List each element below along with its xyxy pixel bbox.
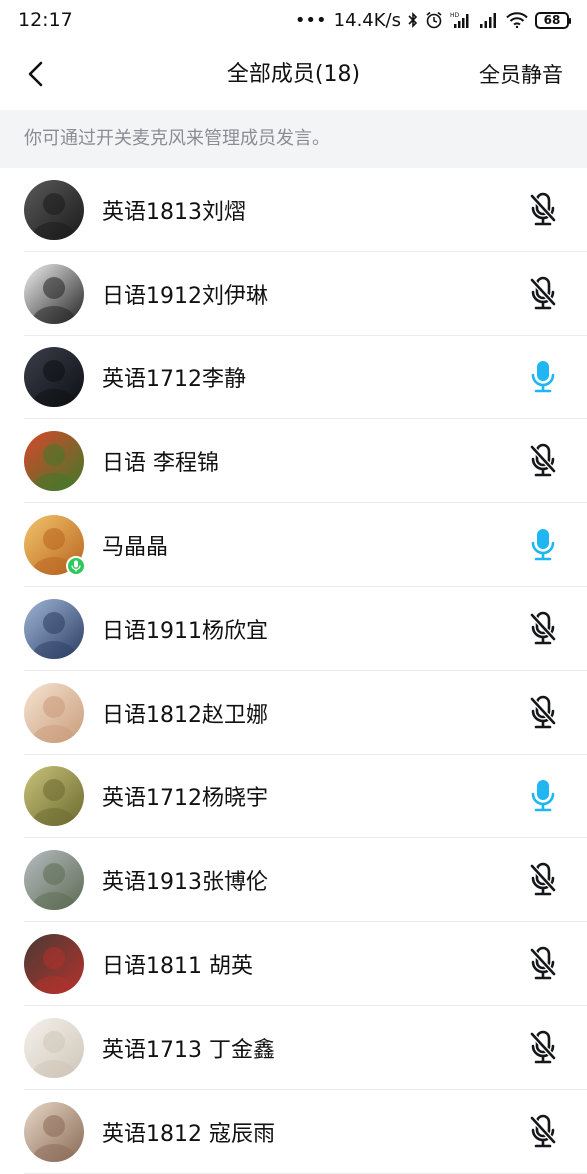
mic-muted-icon (529, 695, 557, 728)
alarm-icon (425, 11, 443, 29)
status-time: 12:17 (18, 9, 73, 31)
more-dots-icon: ••• (294, 9, 327, 31)
signal-icon (479, 12, 499, 28)
member-name: 英语1712李静 (102, 367, 246, 393)
hd-signal-icon: HD (450, 11, 472, 29)
avatar[interactable] (24, 850, 84, 911)
member-name: 日语1911杨欣宜 (102, 618, 268, 644)
avatar[interactable] (24, 515, 86, 577)
member-row[interactable]: 英语1713 丁金鑫 (0, 1006, 587, 1090)
mic-muted-icon (529, 276, 557, 309)
back-button[interactable] (16, 54, 56, 94)
bluetooth-icon (408, 12, 418, 28)
mic-muted-button[interactable] (525, 441, 561, 481)
member-row[interactable]: 日语1912刘伊琳 (0, 252, 587, 336)
member-row[interactable]: 日语1811 胡英 (0, 922, 587, 1006)
avatar[interactable] (24, 263, 84, 324)
avatar[interactable] (24, 682, 84, 743)
member-name: 日语 李程锦 (102, 451, 219, 477)
member-row[interactable]: 英语1712杨晓宇 (0, 755, 587, 839)
mic-muted-button[interactable] (525, 860, 561, 900)
avatar-image (24, 179, 84, 240)
member-list: 英语1813刘熠 日语1912刘伊琳 英语1712李静 日语 李程锦 马晶晶日语1911… (0, 168, 587, 1174)
member-name: 马晶晶 (102, 535, 169, 561)
mic-on-icon (531, 529, 555, 561)
member-row[interactable]: 日语 李程锦 (0, 419, 587, 503)
member-name: 英语1712杨晓宇 (102, 786, 268, 812)
mic-muted-icon (529, 611, 557, 645)
member-row[interactable]: 英语1913张博伦 (0, 838, 587, 922)
mic-muted-icon (529, 946, 557, 980)
member-name: 日语1912刘伊琳 (102, 283, 268, 309)
wifi-icon (506, 12, 528, 28)
status-bar: 12:17 ••• 14.4K/s HD 68 (0, 0, 587, 40)
mic-muted-icon (529, 862, 557, 896)
mic-muted-button[interactable] (525, 944, 561, 984)
member-name: 英语1913张博伦 (102, 870, 268, 896)
network-speed: 14.4K/s (333, 9, 401, 31)
svg-text:HD: HD (450, 12, 460, 19)
avatar-image (24, 1101, 84, 1162)
avatar[interactable] (24, 431, 84, 492)
mic-muted-button[interactable] (525, 190, 561, 230)
mic-muted-button[interactable] (525, 693, 561, 733)
member-name: 英语1812 寇辰雨 (102, 1121, 275, 1147)
avatar-image (24, 766, 84, 827)
avatar-image (24, 934, 84, 995)
member-name: 日语1812赵卫娜 (102, 702, 268, 728)
nav-bar: 全部成员(18) 全员静音 (0, 40, 587, 110)
member-name: 英语1813刘熠 (102, 199, 246, 225)
avatar-image (24, 1017, 84, 1078)
mic-muted-icon (529, 1030, 557, 1064)
chevron-left-icon (28, 61, 43, 87)
member-name: 英语1713 丁金鑫 (102, 1037, 275, 1063)
mic-on-icon (531, 361, 555, 393)
member-row[interactable]: 日语1812赵卫娜 (0, 671, 587, 755)
avatar[interactable] (24, 1017, 84, 1078)
avatar[interactable] (24, 934, 84, 995)
avatar-image (24, 347, 84, 408)
avatar[interactable] (24, 179, 84, 240)
hint-banner: 你可通过开关麦克风来管理成员发言。 (0, 110, 587, 168)
status-icons: ••• 14.4K/s HD 68 (294, 9, 571, 31)
avatar[interactable] (24, 347, 84, 408)
member-name: 日语1811 胡英 (102, 954, 253, 980)
mic-muted-button[interactable] (525, 609, 561, 649)
avatar[interactable] (24, 766, 84, 827)
mic-on-icon (531, 780, 555, 812)
member-row[interactable]: 英语1813刘熠 (0, 168, 587, 252)
mic-on-button[interactable] (525, 357, 561, 397)
avatar-image (24, 431, 84, 492)
mic-on-button[interactable] (525, 525, 561, 565)
mic-muted-button[interactable] (525, 1028, 561, 1068)
avatar-image (24, 682, 84, 743)
mic-muted-icon (529, 192, 557, 226)
member-row[interactable]: 英语1712李静 (0, 336, 587, 420)
mute-all-button[interactable]: 全员静音 (479, 40, 563, 110)
avatar-image (24, 598, 84, 659)
member-row[interactable]: 日语1911杨欣宜 (0, 587, 587, 671)
member-row[interactable]: 英语1812 寇辰雨 (0, 1090, 587, 1174)
mic-on-button[interactable] (525, 776, 561, 816)
mic-muted-icon (529, 443, 557, 477)
battery-icon: 68 (535, 11, 571, 29)
mic-muted-button[interactable] (525, 1112, 561, 1152)
avatar-image (24, 850, 84, 911)
mic-muted-icon (529, 1114, 557, 1147)
avatar-image (24, 263, 84, 324)
member-row[interactable]: 马晶晶 (0, 503, 587, 587)
speaking-mic-badge-icon (66, 556, 86, 577)
avatar[interactable] (24, 1101, 84, 1162)
avatar[interactable] (24, 598, 84, 659)
mic-muted-button[interactable] (525, 274, 561, 314)
